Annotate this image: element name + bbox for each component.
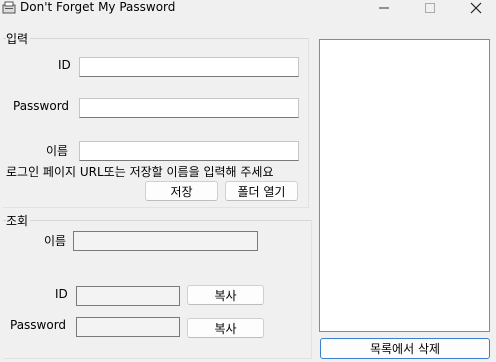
lookup-group-title: 조회 <box>6 212 31 229</box>
maximize-icon <box>425 3 435 13</box>
delete-from-list-button[interactable]: 목록에서 삭제 <box>320 338 490 359</box>
window-title: Don't Forget My Password <box>20 0 176 14</box>
maximize-button[interactable] <box>410 0 450 16</box>
lookup-id-field[interactable] <box>76 286 180 306</box>
lookup-id-label: ID <box>55 287 68 301</box>
save-button[interactable]: 저장 <box>145 181 218 201</box>
lookup-password-field[interactable] <box>76 317 180 337</box>
name-label: 이름 <box>46 144 69 158</box>
saved-items-list[interactable] <box>319 39 490 332</box>
copy-id-button[interactable]: 복사 <box>187 285 264 305</box>
id-label: ID <box>58 58 71 72</box>
password-input[interactable] <box>79 98 299 118</box>
copy-password-button[interactable]: 복사 <box>187 318 264 338</box>
minimize-icon <box>379 7 389 9</box>
lookup-name-label: 이름 <box>44 234 67 248</box>
input-group-title: 입력 <box>6 30 31 47</box>
password-label: Password <box>13 99 70 113</box>
hint-text: 로그인 페이지 URL또는 저장할 이름을 입력해 주세요 <box>6 165 274 179</box>
close-icon <box>470 2 482 14</box>
app-icon <box>2 1 16 14</box>
lookup-name-field[interactable] <box>73 231 258 251</box>
minimize-button[interactable] <box>364 0 404 16</box>
id-input[interactable] <box>79 57 299 77</box>
open-folder-button[interactable]: 폴더 열기 <box>225 181 298 201</box>
lookup-password-label: Password <box>10 318 67 332</box>
name-input[interactable] <box>79 141 299 161</box>
close-button[interactable] <box>456 0 496 16</box>
